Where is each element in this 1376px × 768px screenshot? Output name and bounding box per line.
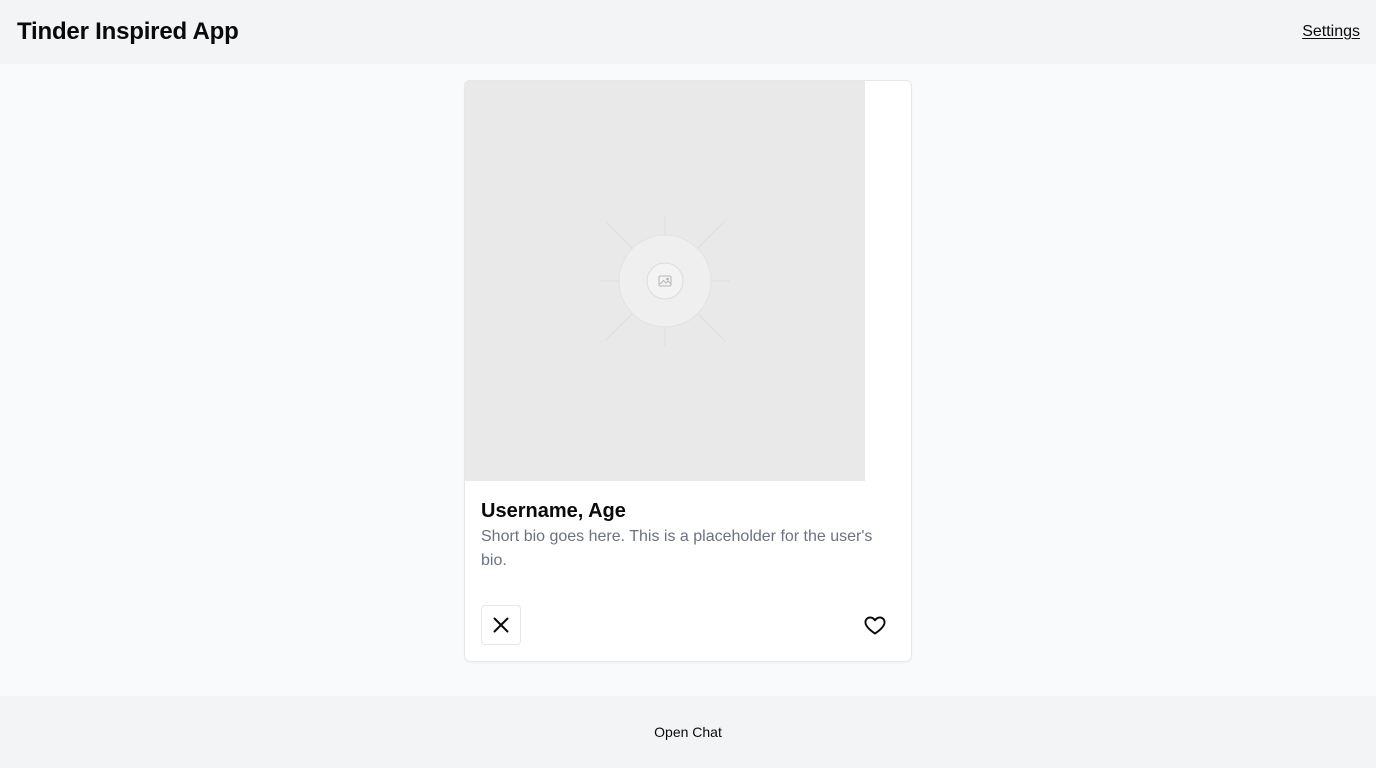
open-chat-button[interactable]: Open Chat <box>654 724 722 740</box>
image-placeholder-icon <box>600 216 730 346</box>
app-header: Tinder Inspired App Settings <box>0 0 1376 64</box>
like-button[interactable] <box>855 605 895 645</box>
profile-card: Username, Age Short bio goes here. This … <box>464 80 912 662</box>
username-age: Username, Age <box>481 500 626 522</box>
pass-button[interactable] <box>481 605 521 645</box>
app-footer: Open Chat <box>0 696 1376 768</box>
app-title: Tinder Inspired App <box>17 18 239 45</box>
heart-icon <box>864 616 886 635</box>
settings-link[interactable]: Settings <box>1302 23 1360 41</box>
close-icon <box>493 617 509 633</box>
profile-photo <box>465 81 865 481</box>
profile-bio: Short bio goes here. This is a placehold… <box>481 528 873 569</box>
